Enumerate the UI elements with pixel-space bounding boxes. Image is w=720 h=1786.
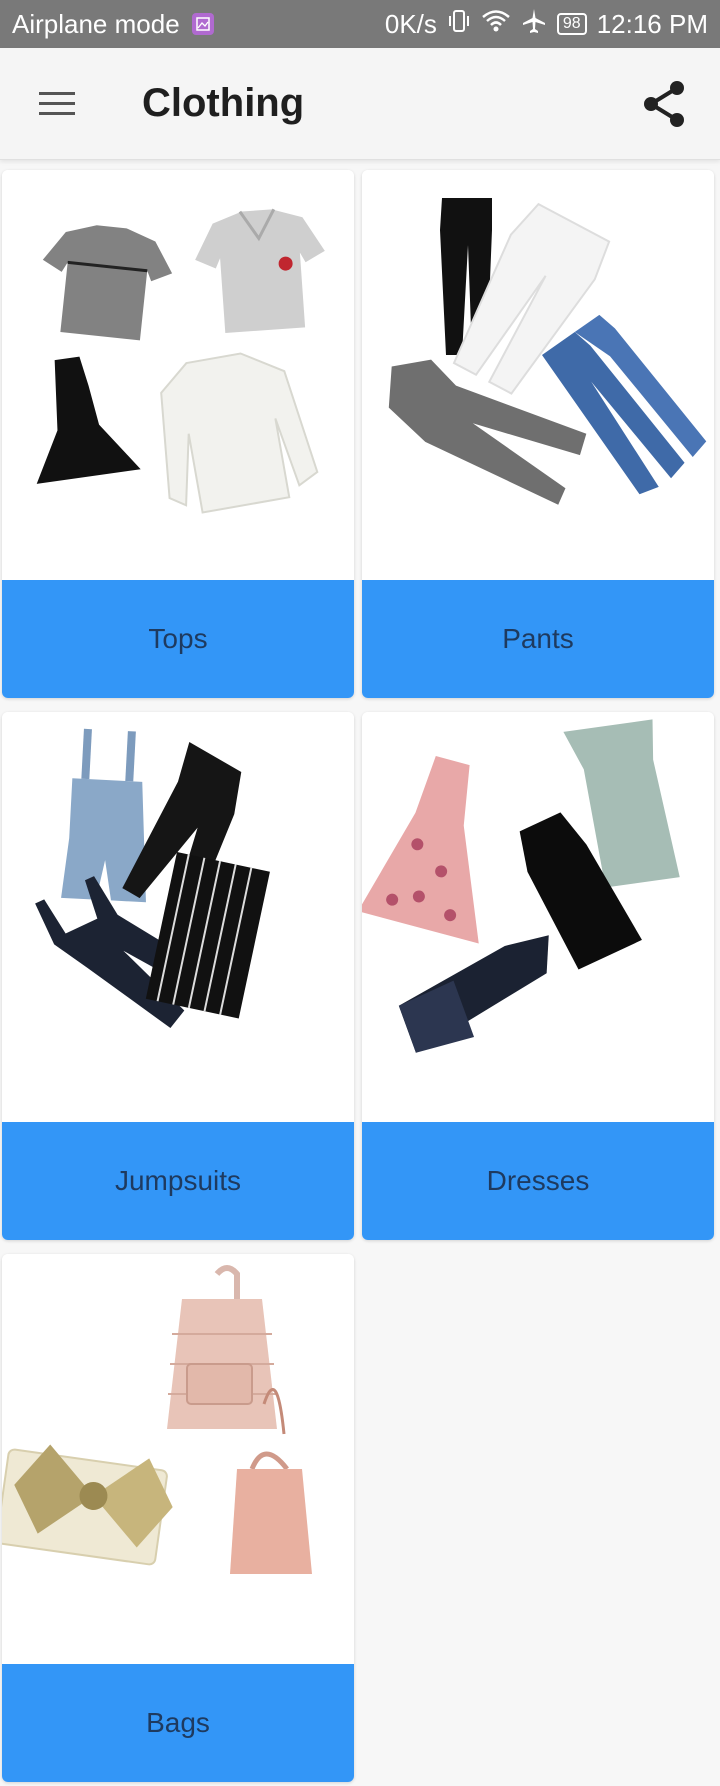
category-card-bags[interactable]: Bags <box>2 1254 354 1782</box>
dresses-image <box>362 712 714 1122</box>
wifi-icon <box>481 9 511 40</box>
network-speed: 0K/s <box>384 8 437 39</box>
battery-indicator: 98 <box>556 13 587 35</box>
category-label-bags: Bags <box>2 1664 354 1782</box>
tops-image <box>2 170 354 580</box>
category-label-jumpsuits: Jumpsuits <box>2 1122 354 1240</box>
category-label-tops: Tops <box>2 580 354 698</box>
app-bar: Clothing <box>0 48 720 160</box>
page-title: Clothing <box>142 81 305 125</box>
vibrate-icon <box>447 8 471 41</box>
category-card-dresses[interactable]: Dresses <box>362 712 714 1240</box>
status-bar: Airplane mode 0K/s 98 12:16 PM <box>0 0 720 48</box>
status-bar-left: Airplane mode <box>12 9 214 40</box>
category-card-jumpsuits[interactable]: Jumpsuits <box>2 712 354 1240</box>
airplane-icon <box>521 8 547 41</box>
gallery-notification-icon <box>191 13 214 35</box>
hamburger-menu-icon <box>39 91 75 115</box>
airplane-mode-text: Airplane mode <box>12 8 180 39</box>
share-button[interactable] <box>634 74 694 134</box>
category-label-pants: Pants <box>362 580 714 698</box>
jumpsuits-image <box>2 712 354 1122</box>
category-card-tops[interactable]: Tops <box>2 170 354 698</box>
status-bar-right: 0K/s 98 12:16 PM <box>385 8 708 41</box>
category-label-dresses: Dresses <box>362 1122 714 1240</box>
pants-image <box>362 170 714 580</box>
clock: 12:16 PM <box>596 8 708 39</box>
menu-button[interactable] <box>22 69 92 139</box>
share-icon <box>644 80 684 127</box>
bags-image <box>2 1254 354 1664</box>
category-card-pants[interactable]: Pants <box>362 170 714 698</box>
